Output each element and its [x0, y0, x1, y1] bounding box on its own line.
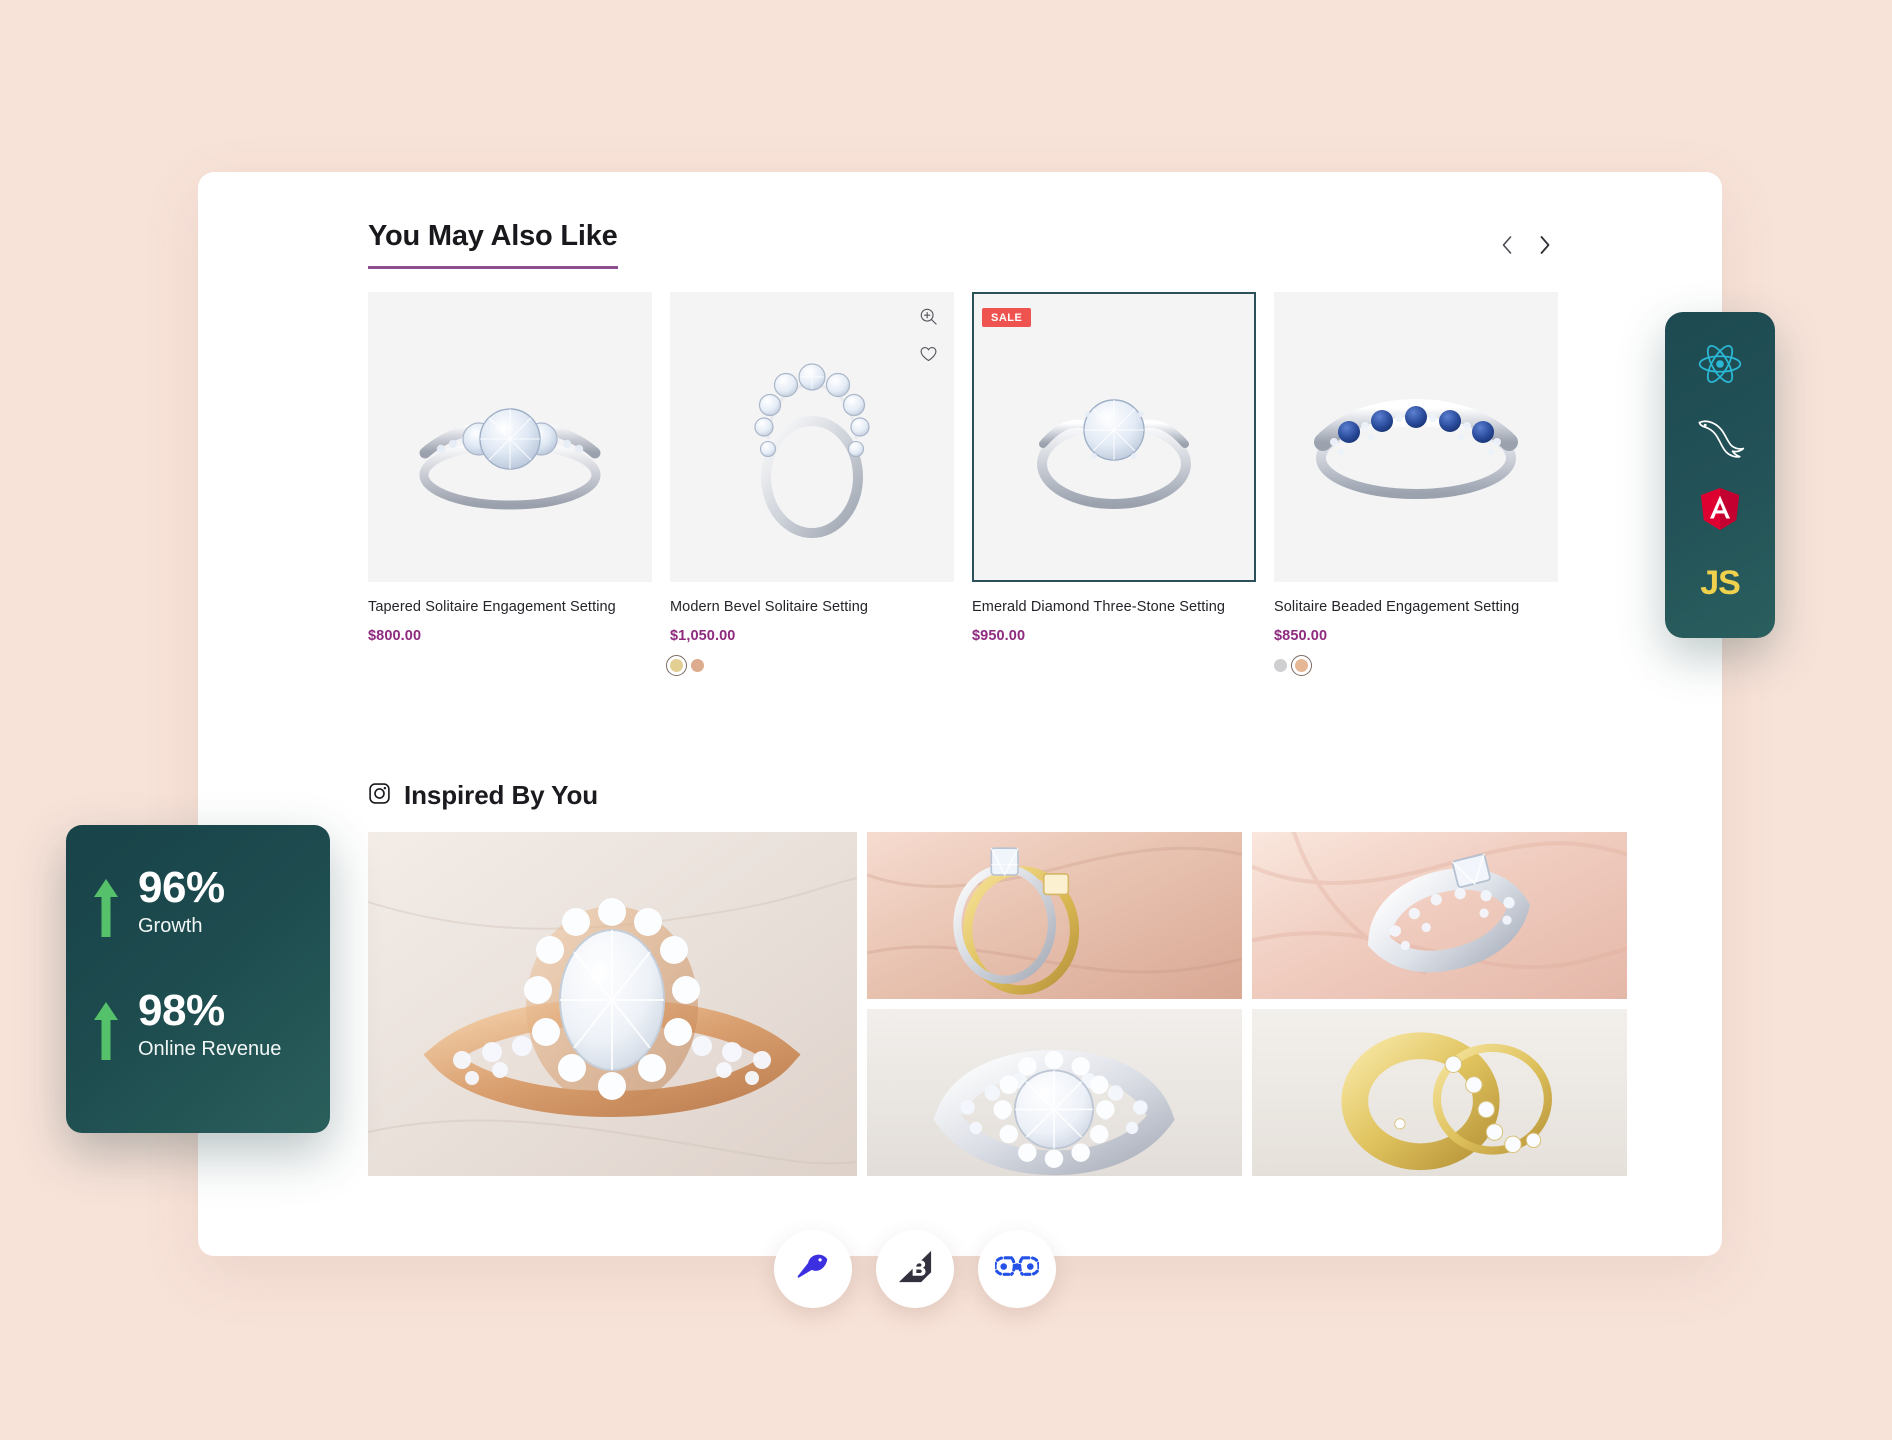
stats-card: 96% Growth 98% Online Revenue	[66, 825, 330, 1133]
platform-badge-swell[interactable]	[774, 1230, 852, 1308]
inspired-title: Inspired By You	[404, 780, 599, 810]
bigcommerce-icon	[896, 1249, 934, 1290]
product-thumbnail[interactable]	[670, 292, 954, 582]
page-title: You May Also Like	[368, 220, 618, 269]
gallery-item[interactable]	[1252, 1009, 1627, 1176]
angular-icon	[1699, 487, 1741, 536]
product-thumbnail[interactable]: SALE	[972, 292, 1256, 582]
stat-label: Online Revenue	[138, 1038, 282, 1061]
product-name: Tapered Solitaire Engagement Setting	[368, 599, 616, 615]
section-header: You May Also Like	[368, 220, 1558, 280]
tech-item-mysql[interactable]	[1691, 410, 1749, 468]
chain-link-icon	[993, 1254, 1041, 1285]
product-name: Emerald Diamond Three-Stone Setting	[972, 599, 1226, 615]
carousel-prev-button[interactable]	[1494, 230, 1520, 260]
inspired-section-header: Inspired By You	[368, 780, 598, 811]
product-card[interactable]: Tapered Solitaire Engagement Setting $80…	[368, 292, 652, 676]
recommendations-panel: You May Also Like Tapered Solitaire Enga…	[198, 172, 1722, 1256]
product-carousel: Tapered Solitaire Engagement Setting $80…	[368, 292, 1558, 677]
carousel-nav	[1494, 230, 1558, 260]
product-name: Solitaire Beaded Engagement Setting	[1274, 599, 1520, 615]
tech-item-javascript[interactable]: JS	[1691, 555, 1749, 613]
javascript-icon: JS	[1700, 564, 1741, 603]
product-price: $1,050.00	[670, 627, 736, 644]
product-price: $950.00	[972, 627, 1026, 644]
stat-value: 96%	[138, 863, 225, 912]
tech-item-angular[interactable]	[1691, 482, 1749, 540]
platform-badge-bigcommerce[interactable]	[876, 1230, 954, 1308]
swatch-rose-gold[interactable]	[1291, 655, 1312, 677]
stat-online-revenue: 98% Online Revenue	[92, 986, 330, 1067]
arrow-up-icon	[92, 877, 120, 944]
tech-stack-rail: JS	[1665, 312, 1775, 638]
gallery-item[interactable]	[368, 832, 857, 1176]
swatch-row	[972, 656, 1256, 676]
swatch-silver[interactable]	[1274, 659, 1287, 673]
mysql-dolphin-icon	[1694, 414, 1746, 463]
inspired-gallery	[368, 832, 1627, 1176]
arrow-up-icon	[92, 1000, 120, 1067]
product-image-emerald-three-stone	[974, 294, 1254, 580]
chevron-right-icon	[1539, 235, 1551, 255]
swatch-rose-gold[interactable]	[691, 659, 704, 673]
tech-item-react[interactable]	[1691, 337, 1749, 395]
product-price: $850.00	[1274, 627, 1328, 644]
platform-badge-chain[interactable]	[978, 1230, 1056, 1308]
swatch-row	[368, 656, 652, 676]
product-name: Modern Bevel Solitaire Setting	[670, 599, 869, 615]
chevron-left-icon	[1501, 235, 1513, 255]
swatch-yellow-gold[interactable]	[666, 655, 687, 677]
gallery-item[interactable]	[867, 1009, 1242, 1176]
gallery-item[interactable]	[867, 832, 1242, 999]
product-thumbnail[interactable]	[368, 292, 652, 582]
product-card[interactable]: Solitaire Beaded Engagement Setting $850…	[1274, 292, 1558, 677]
product-price: $800.00	[368, 627, 422, 644]
swatch-row	[1274, 655, 1558, 677]
stat-value: 98%	[138, 986, 225, 1035]
stat-growth: 96% Growth	[92, 863, 330, 944]
gallery-item[interactable]	[1252, 832, 1627, 999]
product-hover-tools	[916, 304, 940, 366]
react-icon	[1697, 343, 1743, 390]
product-image-tapered-solitaire	[370, 294, 650, 580]
product-thumbnail[interactable]	[1274, 292, 1558, 582]
swatch-row	[666, 655, 954, 677]
instagram-icon	[368, 782, 391, 810]
product-card[interactable]: SALE Emerald Diamond Three-Stone Setting…	[972, 292, 1256, 676]
product-image-solitaire-beaded	[1276, 294, 1556, 580]
status-badge: SALE	[982, 308, 1032, 327]
bird-icon	[795, 1250, 831, 1289]
zoom-in-icon[interactable]	[916, 304, 940, 328]
product-image-modern-bevel	[672, 294, 952, 580]
platform-badges	[774, 1230, 1056, 1308]
stat-label: Growth	[138, 915, 203, 938]
carousel-next-button[interactable]	[1532, 230, 1558, 260]
heart-icon[interactable]	[916, 342, 940, 366]
product-card[interactable]: Modern Bevel Solitaire Setting $1,050.00	[666, 292, 954, 677]
